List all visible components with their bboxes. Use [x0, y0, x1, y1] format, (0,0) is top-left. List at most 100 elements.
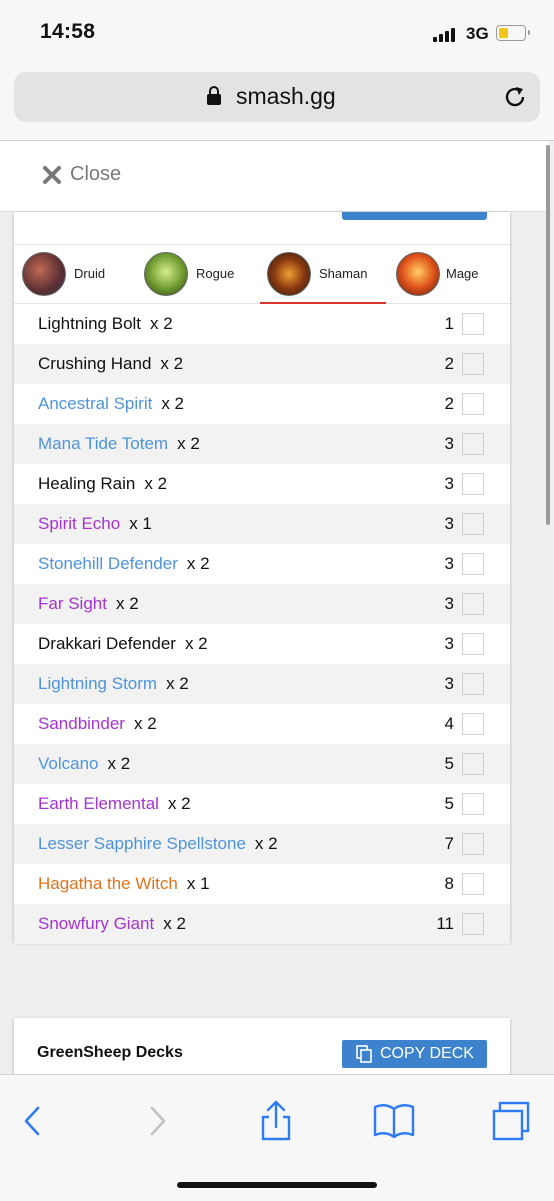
mage-portrait-icon: [396, 252, 440, 296]
card-name-text: Hagatha the Witch: [38, 874, 178, 893]
card-quantity: x 2: [166, 674, 189, 693]
card-name-text: Volcano: [38, 754, 99, 773]
forward-icon[interactable]: [134, 1099, 178, 1143]
card-name-text: Stonehill Defender: [38, 554, 178, 573]
card-checkbox[interactable]: [462, 393, 484, 415]
card-row: Sandbinder x 2 4: [14, 704, 510, 744]
card-name-text: Lesser Sapphire Spellstone: [38, 834, 246, 853]
card-cost: 3: [444, 514, 454, 533]
close-button[interactable]: Close: [70, 163, 121, 186]
copy-deck-button-partial[interactable]: [342, 212, 487, 220]
close-icon[interactable]: [42, 165, 62, 185]
card-name[interactable]: Lightning Bolt x 2: [38, 314, 173, 334]
card-cost: 4: [444, 714, 454, 733]
card-cost: 1: [444, 314, 454, 333]
card-name[interactable]: Volcano x 2: [38, 754, 130, 774]
card-name[interactable]: Ancestral Spirit x 2: [38, 394, 184, 414]
card-name[interactable]: Healing Rain x 2: [38, 474, 167, 494]
browser-toolbar: [0, 1074, 554, 1201]
card-cost: 3: [444, 674, 454, 693]
card-name-text: Crushing Hand: [38, 354, 152, 373]
card-name-text: Drakkari Defender: [38, 634, 176, 653]
card-quantity: x 2: [144, 474, 168, 493]
card-name-text: Snowfury Giant: [38, 914, 155, 933]
class-tabs: Druid Rogue Shaman Mage: [14, 244, 510, 304]
card-row: Hagatha the Witch x 1 8: [14, 864, 510, 904]
card-checkbox[interactable]: [462, 433, 484, 455]
tab-shaman[interactable]: Shaman: [260, 245, 386, 304]
battery-icon: [496, 25, 530, 41]
tab-rogue[interactable]: Rogue: [144, 245, 254, 303]
card-cost: 8: [444, 874, 454, 893]
card-name[interactable]: Earth Elemental x 2: [38, 794, 191, 814]
card-name[interactable]: Lesser Sapphire Spellstone x 2: [38, 834, 278, 854]
card-checkbox[interactable]: [462, 633, 484, 655]
card-checkbox[interactable]: [462, 793, 484, 815]
card-checkbox[interactable]: [462, 313, 484, 335]
home-indicator: [177, 1182, 377, 1188]
card-name-text: Mana Tide Totem: [38, 434, 169, 453]
card-quantity: x 1: [129, 514, 152, 533]
card-name[interactable]: Lightning Storm x 2: [38, 674, 189, 694]
shaman-portrait-icon: [267, 252, 311, 296]
card-checkbox[interactable]: [462, 553, 484, 575]
card-checkbox[interactable]: [462, 753, 484, 775]
card-name[interactable]: Stonehill Defender x 2: [38, 554, 210, 574]
tabs-icon[interactable]: [490, 1099, 534, 1143]
tab-druid[interactable]: Druid: [22, 245, 132, 303]
card-checkbox[interactable]: [462, 713, 484, 735]
copy-deck-label: COPY DECK: [380, 1045, 474, 1062]
copy-deck-button[interactable]: COPY DECK: [342, 1040, 487, 1068]
card-name[interactable]: Snowfury Giant x 2: [38, 914, 186, 934]
card-row: Far Sight x 2 3: [14, 584, 510, 624]
modal-header: Close: [0, 141, 548, 212]
card-row: Drakkari Defender x 2 3: [14, 624, 510, 664]
card-name[interactable]: Sandbinder x 2: [38, 714, 157, 734]
browser-address-area: smash.gg: [0, 60, 554, 141]
card-cost: 3: [444, 474, 454, 493]
card-row: Lightning Storm x 2 3: [14, 664, 510, 704]
share-icon[interactable]: [254, 1099, 298, 1143]
card-checkbox[interactable]: [462, 593, 484, 615]
card-cost: 3: [444, 554, 454, 573]
back-icon[interactable]: [12, 1099, 56, 1143]
card-quantity: x 2: [254, 834, 278, 853]
network-type: 3G: [466, 24, 489, 43]
card-name[interactable]: Hagatha the Witch x 1: [38, 874, 210, 894]
card-name[interactable]: Far Sight x 2: [38, 594, 139, 614]
deck-card-greensheep: GreenSheep Decks COPY DECK: [14, 1018, 510, 1078]
card-row: Stonehill Defender x 2 3: [14, 544, 510, 584]
tab-label: Druid: [74, 266, 106, 281]
card-name[interactable]: Crushing Hand x 2: [38, 354, 183, 374]
scrollbar-thumb[interactable]: [546, 145, 550, 525]
card-quantity: x 2: [107, 754, 131, 773]
card-checkbox[interactable]: [462, 473, 484, 495]
bookmarks-icon[interactable]: [372, 1099, 416, 1143]
card-cost: 7: [444, 834, 454, 853]
deck-card: Druid Rogue Shaman Mage Lightning Bolt x …: [14, 212, 510, 944]
card-checkbox[interactable]: [462, 513, 484, 535]
card-name-text: Spirit Echo: [38, 514, 121, 533]
deck-title: GreenSheep Decks: [37, 1044, 183, 1061]
tab-label: Rogue: [196, 266, 235, 281]
reload-icon[interactable]: [502, 84, 528, 110]
card-checkbox[interactable]: [462, 353, 484, 375]
card-quantity: x 2: [184, 634, 208, 653]
card-name[interactable]: Drakkari Defender x 2: [38, 634, 208, 654]
card-cost: 3: [444, 634, 454, 653]
card-row: Spirit Echo x 1 3: [14, 504, 510, 544]
card-name[interactable]: Mana Tide Totem x 2: [38, 434, 200, 454]
card-checkbox[interactable]: [462, 913, 484, 935]
card-name-text: Sandbinder: [38, 714, 125, 733]
address-bar[interactable]: smash.gg: [14, 72, 540, 122]
card-checkbox[interactable]: [462, 833, 484, 855]
tab-mage[interactable]: Mage: [396, 245, 506, 303]
rogue-portrait-icon: [144, 252, 188, 296]
card-checkbox[interactable]: [462, 673, 484, 695]
card-quantity: x 2: [177, 434, 200, 453]
card-cost: 5: [444, 794, 454, 813]
address-domain: smash.gg: [236, 83, 336, 109]
card-name-text: Lightning Bolt: [38, 314, 142, 333]
card-name[interactable]: Spirit Echo x 1: [38, 514, 152, 534]
card-checkbox[interactable]: [462, 873, 484, 895]
